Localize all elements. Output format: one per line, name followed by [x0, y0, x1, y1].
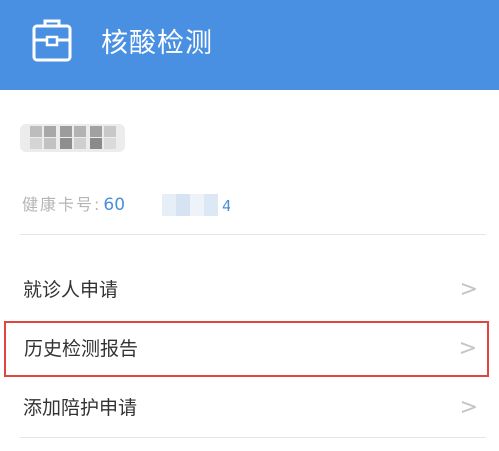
menu-item-patient-application[interactable]: 就诊人申请 > [20, 262, 486, 318]
health-card-row: 健康卡号: 60 [22, 190, 125, 220]
menu-item-label: 就诊人申请 [23, 279, 119, 301]
divider [20, 437, 486, 438]
divider [20, 234, 486, 235]
page-title: 核酸检测 [101, 28, 213, 59]
health-card-value-tail: 4 [222, 197, 230, 215]
briefcase-icon [32, 19, 72, 62]
health-card-number-masked: 4 [162, 194, 230, 216]
chevron-right-icon: > [458, 336, 477, 361]
chevron-right-icon: > [459, 395, 478, 420]
patient-name-masked [20, 124, 125, 152]
app-header: 核酸检测 [0, 0, 499, 90]
chevron-right-icon: > [459, 277, 478, 302]
menu-item-label: 历史检测报告 [24, 338, 139, 360]
menu-item-label: 添加陪护申请 [23, 397, 138, 419]
menu-item-test-report-history[interactable]: 历史检测报告 > [4, 321, 489, 377]
menu-item-add-escort-application[interactable]: 添加陪护申请 > [20, 380, 486, 436]
health-card-label: 健康卡号: [22, 195, 102, 214]
health-card-value: 60 [103, 195, 126, 215]
